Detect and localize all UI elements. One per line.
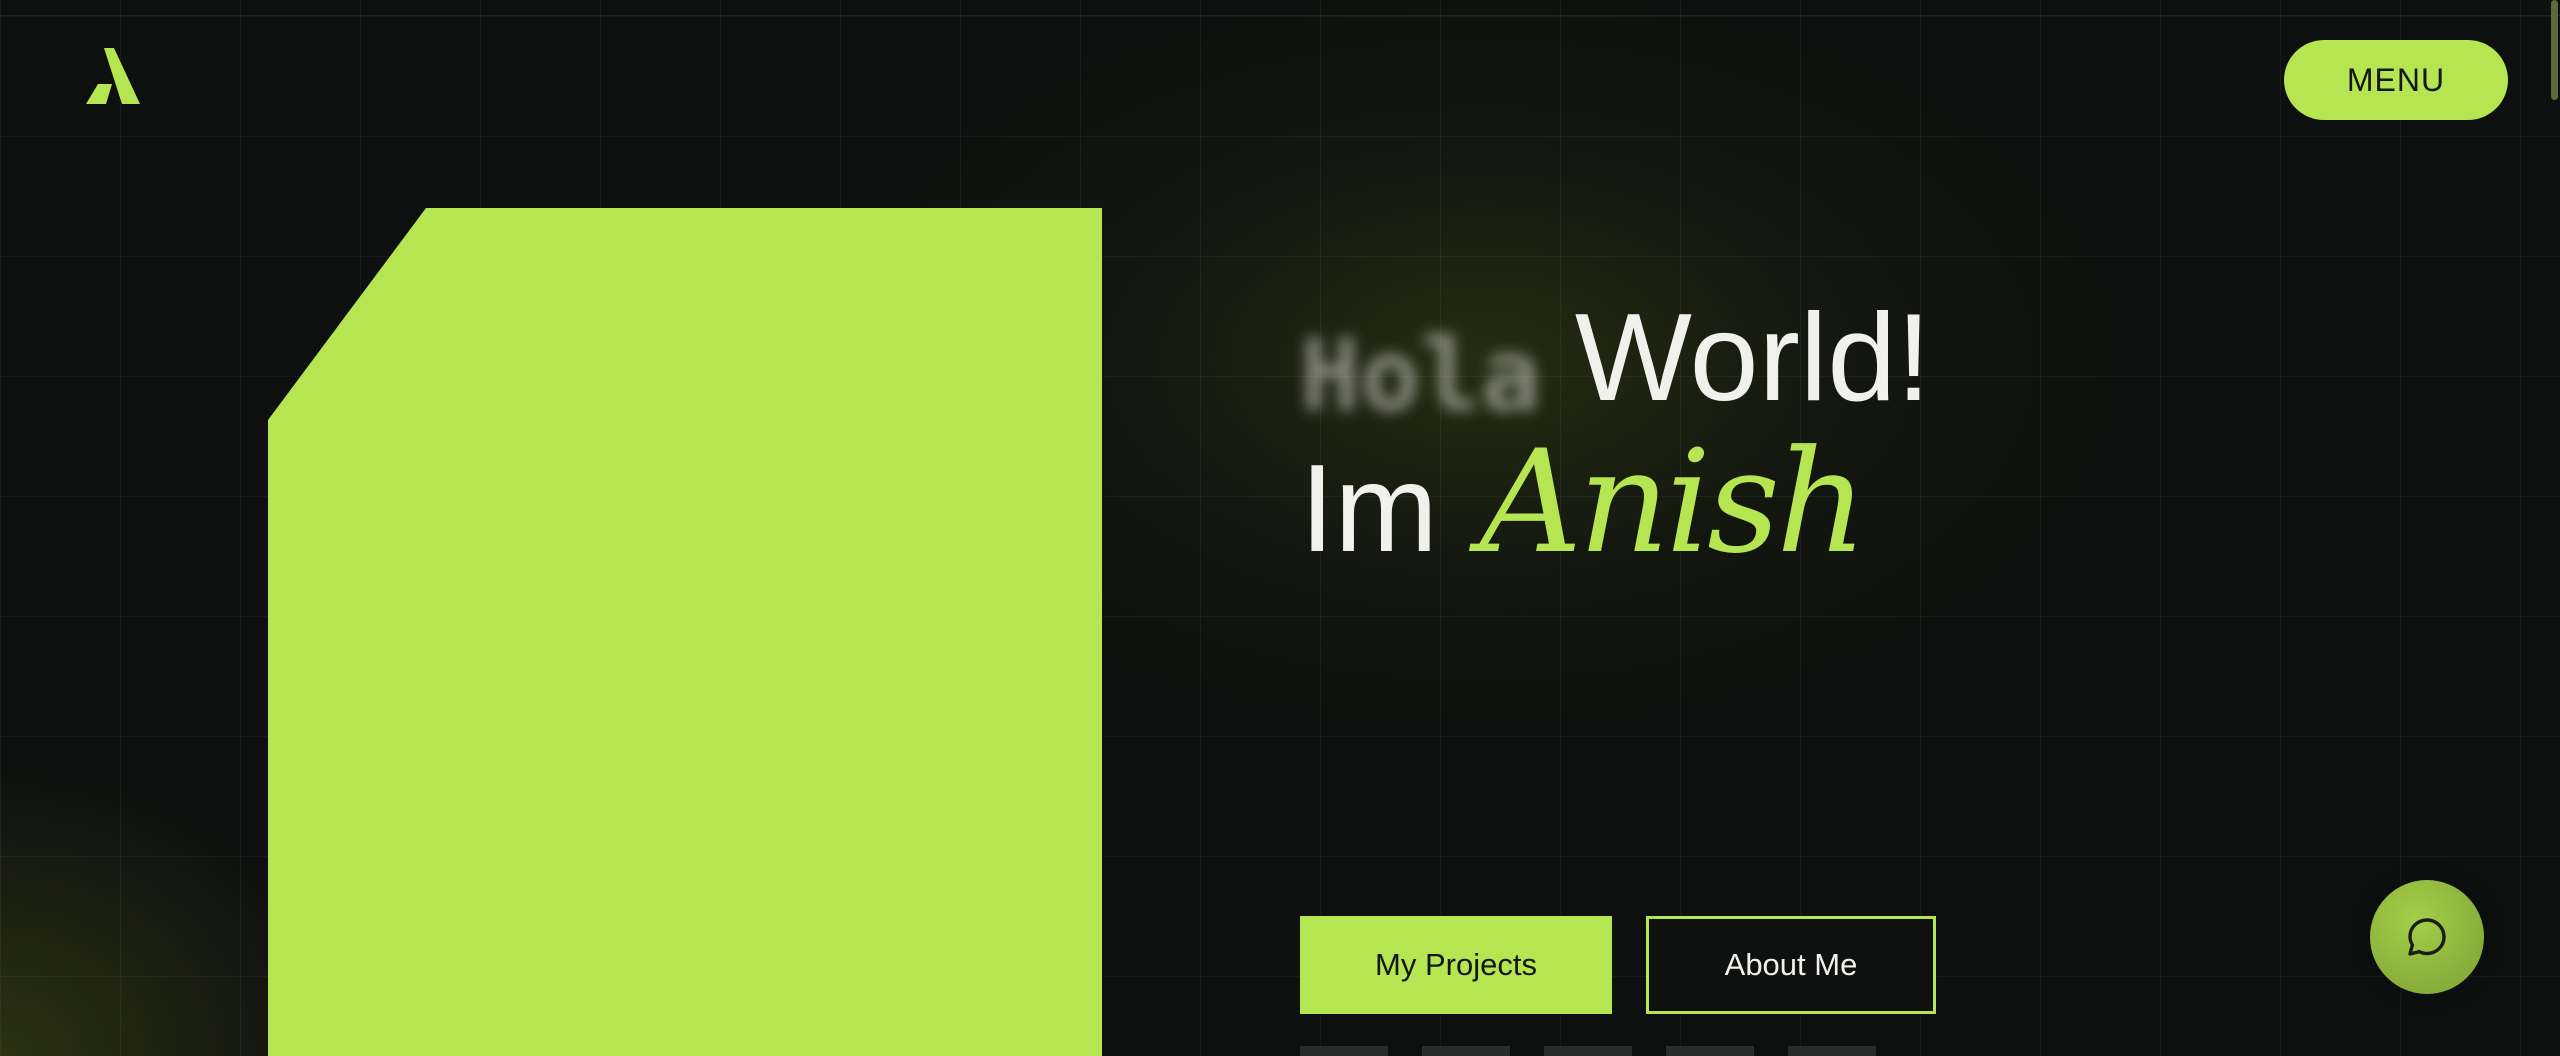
hero-greeting: Hola World! Im Anish [1300,296,1931,574]
my-projects-button[interactable]: My Projects [1300,916,1612,1014]
animated-greeting-word: Hola [1300,317,1541,434]
top-divider [0,15,2560,16]
greeting-line: Hola World! [1300,296,1931,426]
about-me-button[interactable]: About Me [1646,916,1936,1014]
portfolio-page: MENU Hola World! Im Anish My Projects Ab… [0,0,2560,1056]
social-links [1300,1046,1876,1056]
logo-icon[interactable] [78,46,142,106]
intro-prefix: Im [1300,440,1438,578]
social-link[interactable] [1300,1046,1388,1056]
page-scrollbar[interactable] [2548,0,2560,1056]
menu-button[interactable]: MENU [2284,40,2508,120]
social-link[interactable] [1422,1046,1510,1056]
social-link[interactable] [1544,1046,1632,1056]
scrollbar-thumb[interactable] [2551,0,2558,100]
hero-image-placeholder [268,208,1102,1056]
greeting-word: World! [1574,289,1931,427]
hero-name: Anish [1479,420,1868,585]
chat-bubble-icon [2408,918,2446,956]
social-link[interactable] [1788,1046,1876,1056]
social-link[interactable] [1666,1046,1754,1056]
chat-button[interactable] [2370,880,2484,994]
intro-line: Im Anish [1300,432,1931,574]
